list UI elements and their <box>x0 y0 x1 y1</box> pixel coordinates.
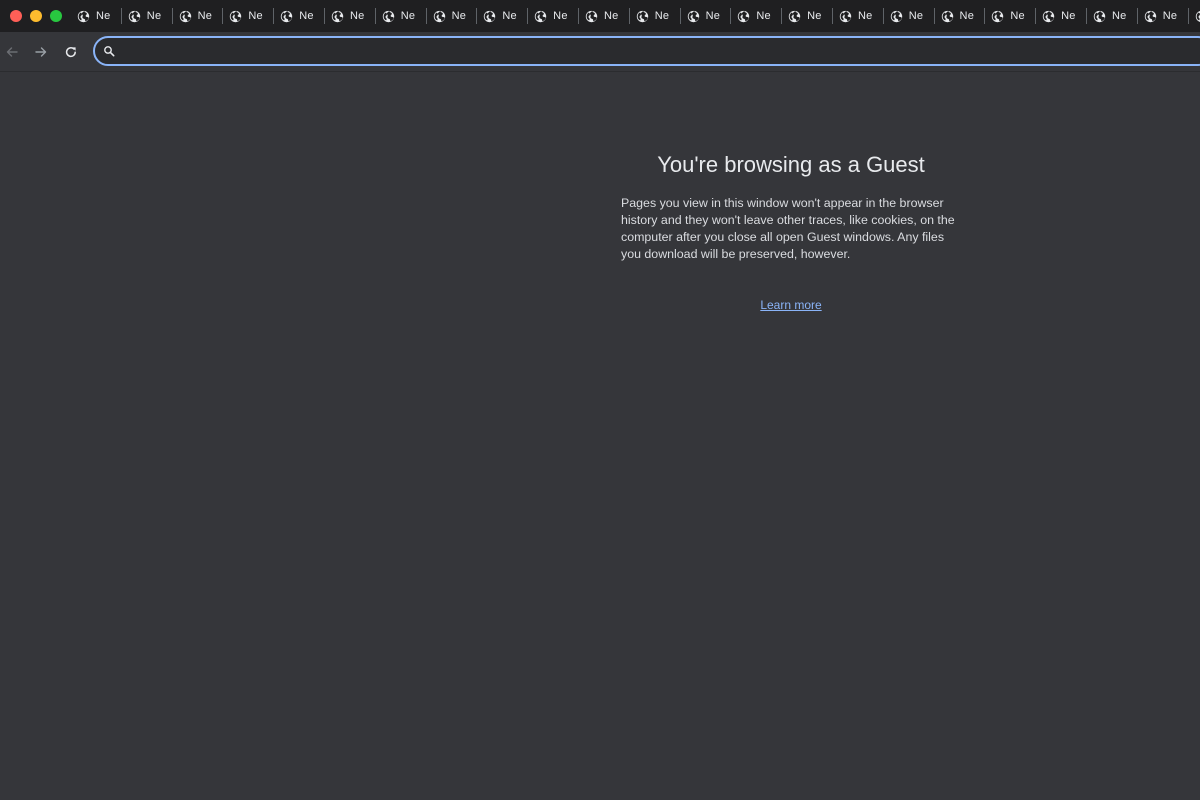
forward-button[interactable] <box>29 40 53 64</box>
browser-tab[interactable]: Ne <box>427 0 478 32</box>
browser-tab[interactable]: Ne <box>1087 0 1138 32</box>
tab-title: Ne <box>1162 10 1178 22</box>
globe-icon <box>77 10 90 22</box>
close-window-button[interactable] <box>10 10 22 22</box>
globe-icon <box>382 10 394 22</box>
guest-description: Pages you view in this window won't appe… <box>621 196 955 261</box>
browser-tab[interactable]: Ne <box>1189 0 1200 32</box>
guest-page: You're browsing as a Guest Pages you vie… <box>0 72 1200 800</box>
address-input[interactable] <box>123 38 1183 64</box>
browser-toolbar <box>0 32 1200 72</box>
arrow-left-icon <box>6 47 18 57</box>
browser-tab[interactable]: Ne <box>122 0 173 32</box>
tab-title: Ne <box>959 10 975 22</box>
tab-strip: Ne Ne Ne Ne Ne Ne Ne Ne Ne Ne Ne Ne Ne N… <box>71 0 1200 32</box>
browser-tab[interactable]: Ne <box>223 0 274 32</box>
tab-title: Ne <box>400 10 416 22</box>
tab-title: Ne <box>96 10 111 22</box>
browser-tab[interactable]: Ne <box>985 0 1036 32</box>
tab-title: Ne <box>553 10 568 22</box>
tab-title: Ne <box>654 10 670 22</box>
browser-tab[interactable]: Ne <box>71 0 122 32</box>
globe-icon <box>179 10 191 22</box>
globe-icon <box>331 10 344 22</box>
globe-icon <box>1093 10 1106 22</box>
learn-more-link[interactable]: Learn more <box>610 298 972 312</box>
browser-tab[interactable]: Ne <box>1036 0 1087 32</box>
tab-title: Ne <box>908 10 924 22</box>
globe-icon <box>738 10 750 22</box>
globe-icon <box>585 10 598 22</box>
browser-tab[interactable]: Ne <box>782 0 833 32</box>
globe-icon <box>230 10 242 22</box>
tab-title: Ne <box>807 10 822 22</box>
tab-title: Ne <box>756 10 771 22</box>
window-controls <box>10 10 62 22</box>
tab-title: Ne <box>299 10 314 22</box>
globe-icon <box>484 10 496 22</box>
tab-title: Ne <box>1010 10 1025 22</box>
tab-title: Ne <box>502 10 517 22</box>
browser-tab[interactable]: Ne <box>376 0 427 32</box>
globe-icon <box>890 10 902 22</box>
tab-title: Ne <box>197 10 213 22</box>
reload-button[interactable] <box>59 40 83 64</box>
browser-tab[interactable]: Ne <box>935 0 986 32</box>
page-title: You're browsing as a Guest <box>657 152 925 177</box>
tab-title: Ne <box>603 10 619 22</box>
tab-title: Ne <box>451 10 467 22</box>
globe-icon <box>992 10 1004 22</box>
back-button[interactable] <box>0 40 24 64</box>
globe-icon <box>281 10 293 22</box>
tab-title: Ne <box>705 10 721 22</box>
globe-icon <box>433 10 445 22</box>
title-bar: Ne Ne Ne Ne Ne Ne Ne Ne Ne Ne Ne Ne Ne N… <box>0 0 1200 32</box>
globe-icon <box>1042 10 1055 22</box>
browser-tab[interactable]: Ne <box>528 0 579 32</box>
globe-icon <box>687 10 699 22</box>
globe-icon <box>1144 10 1156 22</box>
globe-icon <box>1195 10 1200 22</box>
globe-icon <box>534 10 547 22</box>
tab-title: Ne <box>146 10 162 22</box>
globe-icon <box>636 10 648 22</box>
zoom-window-button[interactable] <box>50 10 62 22</box>
globe-icon <box>788 10 801 22</box>
browser-tab[interactable]: Ne <box>630 0 681 32</box>
browser-tab[interactable]: Ne <box>884 0 935 32</box>
tab-title: Ne <box>349 10 365 22</box>
browser-tab[interactable]: Ne <box>731 0 782 32</box>
tab-title: Ne <box>248 10 263 22</box>
globe-icon <box>128 10 140 22</box>
minimize-window-button[interactable] <box>30 10 42 22</box>
reload-icon <box>65 47 76 58</box>
tab-title: Ne <box>1061 10 1076 22</box>
browser-tab[interactable]: Ne <box>274 0 325 32</box>
tab-title: Ne <box>857 10 873 22</box>
browser-tab[interactable]: Ne <box>681 0 732 32</box>
browser-tab[interactable]: Ne <box>173 0 224 32</box>
browser-tab[interactable]: Ne <box>1138 0 1189 32</box>
browser-tab[interactable]: Ne <box>325 0 376 32</box>
browser-tab[interactable]: Ne <box>477 0 528 32</box>
browser-tab[interactable]: Ne <box>833 0 884 32</box>
address-bar[interactable] <box>93 36 1200 66</box>
globe-icon <box>839 10 852 22</box>
browser-tab[interactable]: Ne <box>579 0 630 32</box>
globe-icon <box>941 10 953 22</box>
search-icon <box>104 46 115 57</box>
tab-title: Ne <box>1111 10 1127 22</box>
arrow-right-icon <box>35 47 47 57</box>
